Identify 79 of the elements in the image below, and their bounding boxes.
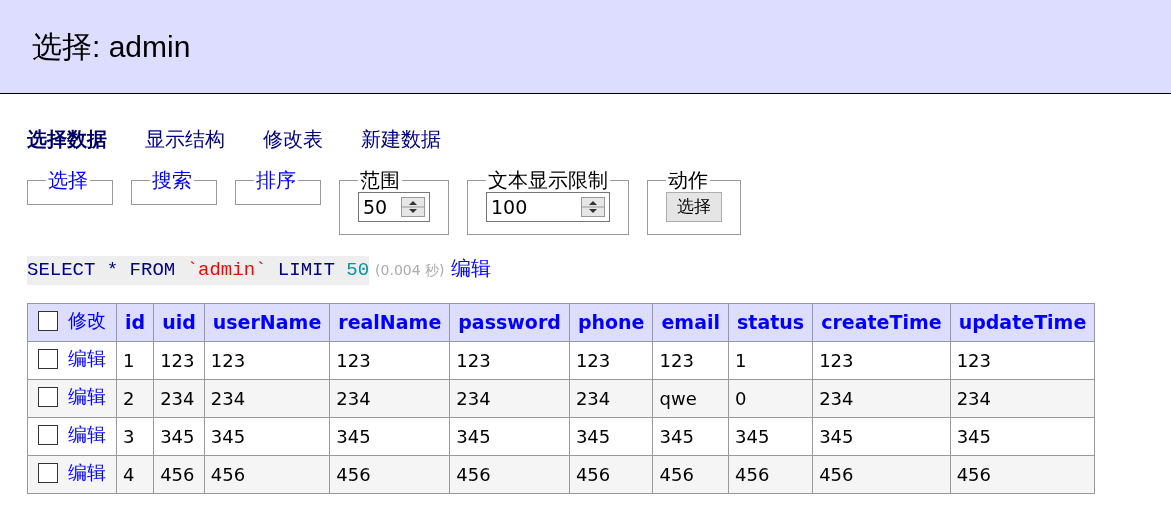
table-cell: 1 xyxy=(116,341,154,379)
column-header[interactable]: status xyxy=(728,303,813,341)
edit-link[interactable]: 编辑 xyxy=(68,458,106,487)
table-cell: 4 xyxy=(116,455,154,493)
column-header[interactable]: createTime xyxy=(812,303,951,341)
table-cell: 123 xyxy=(812,341,951,379)
table-cell: 234 xyxy=(329,379,450,417)
table-cell: 123 xyxy=(449,341,570,379)
table-cell: 234 xyxy=(569,379,653,417)
spinner-icon[interactable] xyxy=(401,197,425,217)
fieldset-link[interactable]: 排序 xyxy=(254,168,298,192)
table-cell: 456 xyxy=(653,455,729,493)
table-cell: 3 xyxy=(116,417,154,455)
nav-link[interactable]: 显示结构 xyxy=(145,124,225,154)
checkbox[interactable] xyxy=(38,424,58,445)
table-cell: 0 xyxy=(728,379,813,417)
fieldset-legend: 动作 xyxy=(666,168,710,192)
column-header[interactable]: id xyxy=(116,303,154,341)
nav-link[interactable]: 新建数据 xyxy=(361,124,441,154)
table-cell: 456 xyxy=(812,455,951,493)
table-cell: 123 xyxy=(569,341,653,379)
table-cell: 345 xyxy=(812,417,951,455)
table-cell: 123 xyxy=(950,341,1095,379)
edit-link[interactable]: 编辑 xyxy=(68,420,106,449)
table-cell: 123 xyxy=(653,341,729,379)
table-cell: 345 xyxy=(449,417,570,455)
table-cell: 456 xyxy=(728,455,813,493)
fieldset-legend: 范围 xyxy=(358,168,402,192)
query-time: (0.004 秒) xyxy=(375,261,445,280)
select-button[interactable]: 选择 xyxy=(666,192,722,222)
edit-link[interactable]: 编辑 xyxy=(450,253,491,283)
modify-link[interactable]: 修改 xyxy=(68,306,106,335)
table-cell: qwe xyxy=(653,379,729,417)
table-cell: 456 xyxy=(569,455,653,493)
column-header[interactable]: email xyxy=(653,303,729,341)
table-cell: 234 xyxy=(950,379,1095,417)
table-cell: 1 xyxy=(728,341,813,379)
table-cell: 234 xyxy=(153,379,205,417)
spinner-icon[interactable] xyxy=(581,197,605,217)
edit-link[interactable]: 编辑 xyxy=(68,382,106,411)
table-cell: 345 xyxy=(728,417,813,455)
table-cell: 456 xyxy=(329,455,450,493)
table-cell: 123 xyxy=(153,341,205,379)
column-header[interactable]: realName xyxy=(329,303,450,341)
table-cell: 234 xyxy=(449,379,570,417)
number-field[interactable]: 50 xyxy=(358,192,430,222)
checkbox[interactable] xyxy=(38,462,58,483)
page-title: 选择: admin xyxy=(32,29,191,65)
number-field[interactable]: 100 xyxy=(486,192,610,222)
table-cell: 234 xyxy=(812,379,951,417)
table-cell: 345 xyxy=(569,417,653,455)
table-cell: 456 xyxy=(204,455,330,493)
fieldset-link[interactable]: 搜索 xyxy=(150,168,194,192)
edit-link[interactable]: 编辑 xyxy=(68,344,106,373)
table-cell: 456 xyxy=(153,455,205,493)
table-cell: 234 xyxy=(204,379,330,417)
fieldset-link[interactable]: 选择 xyxy=(46,168,90,192)
checkbox[interactable] xyxy=(38,310,58,331)
fieldset-legend: 文本显示限制 xyxy=(486,168,610,192)
column-header[interactable]: uid xyxy=(153,303,205,341)
table-cell: 345 xyxy=(653,417,729,455)
column-header[interactable]: phone xyxy=(569,303,653,341)
column-header[interactable]: password xyxy=(449,303,570,341)
table-cell: 456 xyxy=(950,455,1095,493)
table-cell: 345 xyxy=(204,417,330,455)
nav-link[interactable]: 选择数据 xyxy=(27,124,107,154)
table-cell: 345 xyxy=(950,417,1095,455)
table-cell: 456 xyxy=(449,455,570,493)
checkbox[interactable] xyxy=(38,348,58,369)
column-header[interactable]: updateTime xyxy=(950,303,1095,341)
table-cell: 345 xyxy=(329,417,450,455)
nav-link[interactable]: 修改表 xyxy=(263,124,323,154)
table-cell: 2 xyxy=(116,379,154,417)
table-cell: 123 xyxy=(329,341,450,379)
column-header[interactable]: userName xyxy=(204,303,330,341)
table-cell: 123 xyxy=(204,341,330,379)
table-cell: 345 xyxy=(153,417,205,455)
sql-query: SELECT * FROM `admin` LIMIT 50 xyxy=(27,256,370,285)
checkbox[interactable] xyxy=(38,386,58,407)
